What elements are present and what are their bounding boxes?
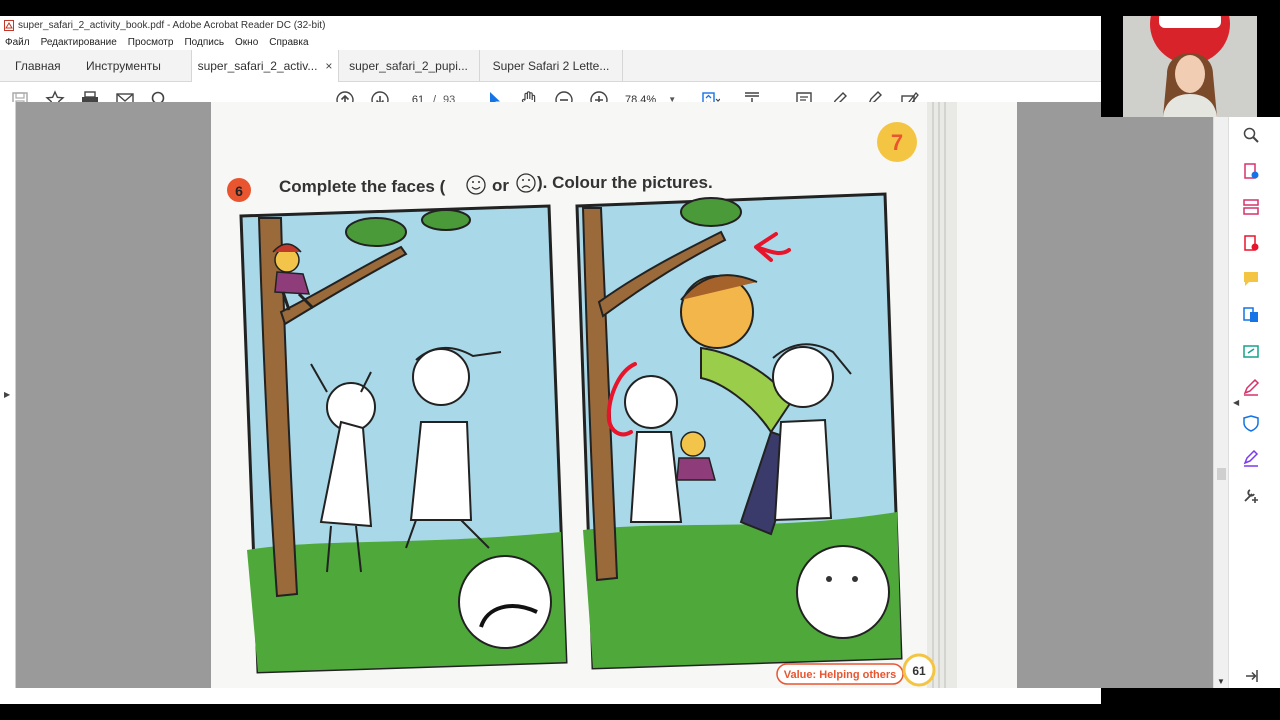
scroll-thumb[interactable] — [1217, 468, 1226, 480]
signature-icon[interactable] — [1240, 448, 1262, 470]
pdf-app-icon — [4, 19, 14, 31]
tab-doc-pupils-book[interactable]: super_safari_2_pupi... — [338, 50, 480, 81]
left-panel-toggle[interactable]: ▶ — [0, 102, 16, 688]
window-title: super_safari_2_activity_book.pdf - Adobe… — [18, 19, 326, 31]
screen-top-border — [0, 0, 1280, 16]
page-illustration: 7 6 Complete the faces ( or ). Colour th… — [227, 102, 957, 688]
tab-doc-letters[interactable]: Super Safari 2 Lette... — [480, 50, 623, 81]
protect-icon[interactable] — [1240, 412, 1262, 434]
export-pdf-icon[interactable] — [1240, 232, 1262, 254]
tab-home-label: Главная — [15, 58, 61, 73]
tab-tools[interactable]: Инструменты — [86, 50, 161, 81]
zoom-tool-icon[interactable] — [1240, 124, 1262, 146]
unit-badge-number: 7 — [891, 130, 903, 155]
menu-file[interactable]: Файл — [5, 37, 30, 48]
happy-face-icon — [466, 175, 486, 195]
menu-sign[interactable]: Подпись — [184, 37, 224, 48]
close-tab-icon[interactable]: × — [325, 59, 332, 73]
menu-help[interactable]: Справка — [269, 37, 308, 48]
instruction-part2: ). Colour the pictures. — [537, 173, 713, 192]
webcam-overlay — [1101, 16, 1280, 117]
more-tools-icon[interactable] — [1240, 484, 1262, 506]
tab-doc-label: super_safari_2_activ... — [197, 59, 318, 73]
tab-doc-label: super_safari_2_pupi... — [349, 58, 468, 73]
organize-pages-icon[interactable] — [1240, 196, 1262, 218]
instruction-or: or — [492, 176, 509, 195]
screen-bottom-border — [0, 704, 1280, 720]
instruction-text: Complete the faces ( — [279, 177, 446, 196]
menu-bar: Файл Редактирование Просмотр Подпись Окн… — [0, 34, 1101, 50]
tab-doc-label: Super Safari 2 Lette... — [492, 58, 610, 73]
instruction-part1: Complete the faces ( — [279, 177, 446, 196]
left-picture — [239, 204, 568, 674]
convert-icon[interactable] — [1240, 304, 1262, 326]
right-picture — [575, 192, 903, 670]
vertical-scrollbar[interactable]: ▲ ▼ — [1213, 102, 1229, 688]
menu-edit[interactable]: Редактирование — [41, 37, 117, 48]
page-number: 61 — [912, 664, 926, 678]
title-bar: super_safari_2_activity_book.pdf - Adobe… — [0, 16, 1101, 34]
tab-bar: Главная Инструменты super_safari_2_activ… — [0, 50, 1101, 82]
menu-view[interactable]: Просмотр — [128, 37, 174, 48]
exercise-number: 6 — [235, 183, 243, 199]
create-pdf-icon[interactable] — [1240, 160, 1262, 182]
sad-face-icon — [516, 173, 536, 193]
presenter-video — [1150, 16, 1230, 117]
tab-doc-activity-book[interactable]: super_safari_2_activ... × — [191, 50, 339, 82]
chevron-left-icon[interactable]: ◀ — [1233, 398, 1239, 407]
tab-tools-label: Инструменты — [86, 58, 161, 73]
collapse-panel-icon[interactable] — [1240, 665, 1262, 687]
menu-window[interactable]: Окно — [235, 37, 258, 48]
tools-pane: ◀ — [1228, 102, 1280, 688]
share-icon[interactable] — [1240, 340, 1262, 362]
chevron-right-icon: ▶ — [4, 390, 11, 399]
pdf-page: 7 6 Complete the faces ( or ). Colour th… — [211, 102, 1017, 688]
fill-sign-tool-icon[interactable] — [1240, 376, 1262, 398]
scroll-down-icon[interactable]: ▼ — [1217, 677, 1225, 686]
page-binding-edge — [927, 102, 957, 688]
tab-home[interactable]: Главная — [15, 50, 61, 81]
comment-tool-icon[interactable] — [1240, 268, 1262, 290]
value-label: Value: Helping others — [784, 669, 896, 681]
